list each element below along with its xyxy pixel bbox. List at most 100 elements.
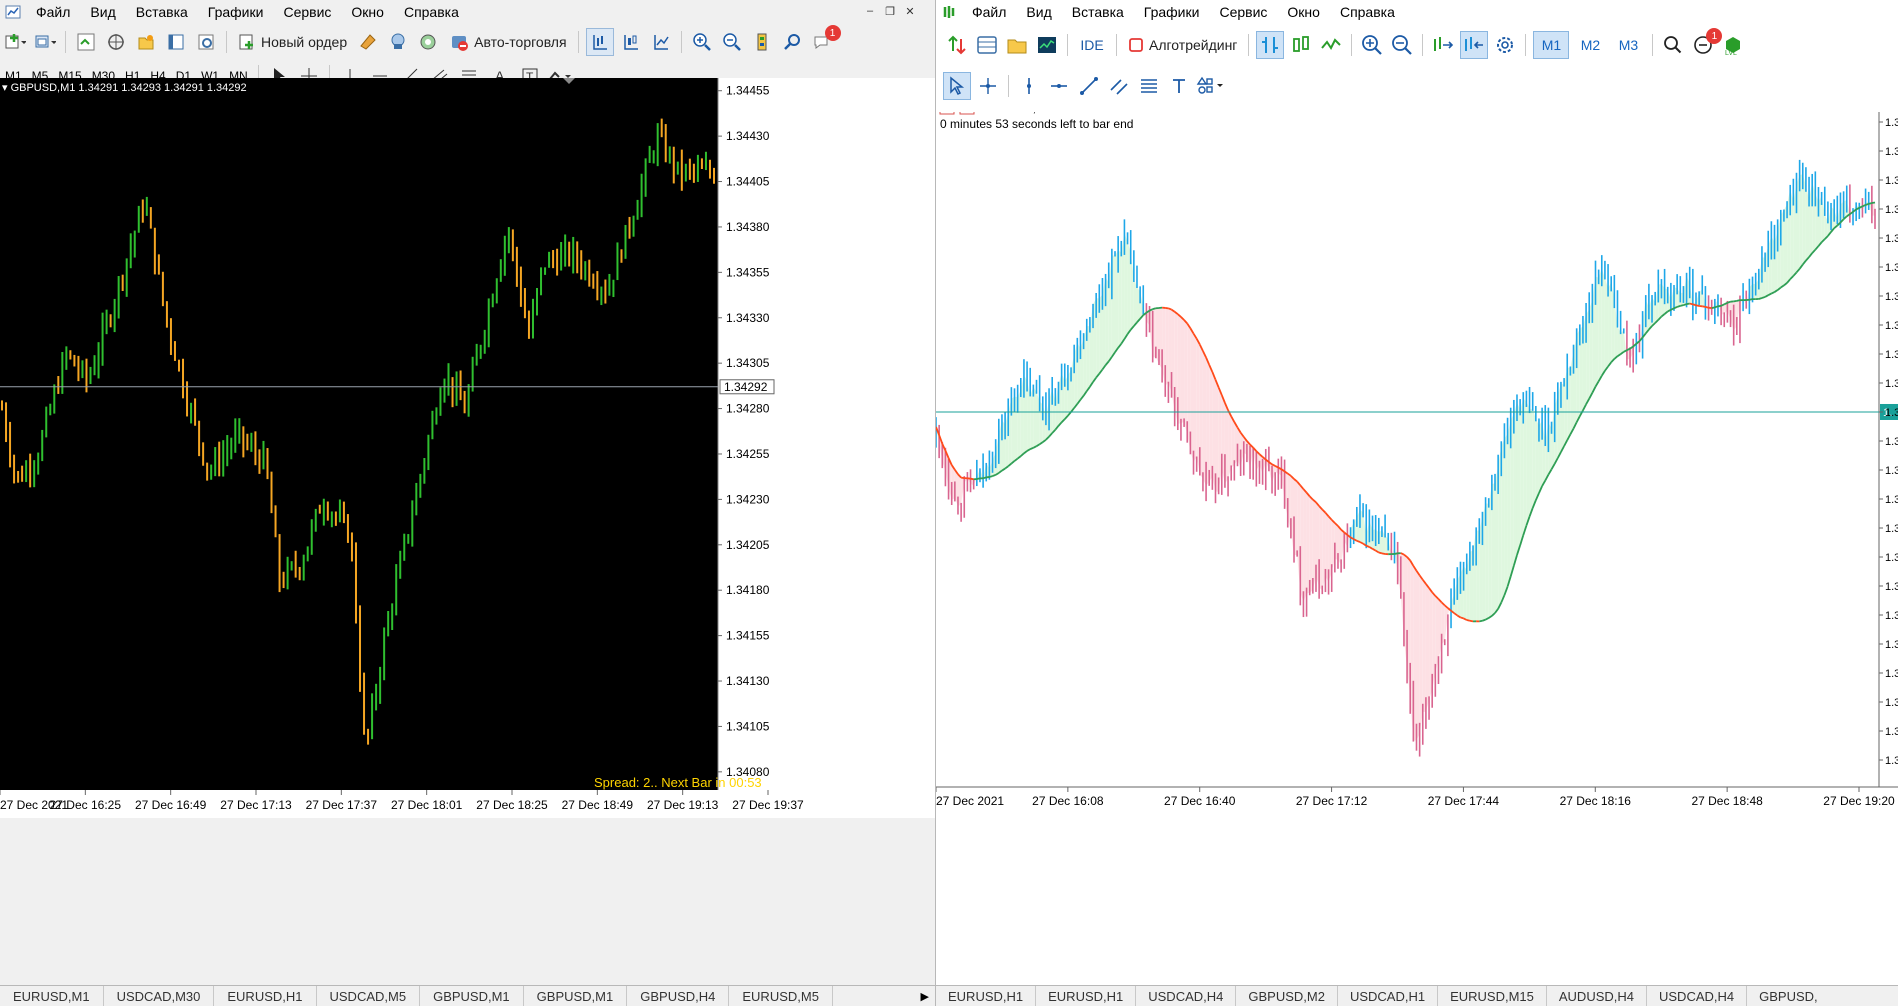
chart-tab[interactable]: USDCAD,H4 bbox=[1647, 986, 1748, 1006]
tf-m3-button[interactable]: M3 bbox=[1611, 32, 1645, 58]
new-order-button[interactable]: Новый ордер bbox=[234, 29, 351, 55]
chart-tab[interactable]: EURUSD,H1 bbox=[1036, 986, 1137, 1006]
menu-view[interactable]: Вид bbox=[80, 0, 125, 24]
crosshair-icon[interactable] bbox=[975, 73, 1001, 99]
chart-tab[interactable]: GBPUSD, bbox=[1747, 986, 1830, 1006]
autoscroll-icon[interactable] bbox=[1460, 31, 1489, 59]
tf-m1-button[interactable]: M1 bbox=[1533, 31, 1570, 59]
zoom-in-icon[interactable] bbox=[1359, 32, 1385, 58]
chart-tab[interactable]: GBPUSD,M1 bbox=[524, 986, 628, 1006]
menu-tools[interactable]: Сервис bbox=[273, 0, 341, 24]
level-label: LVL bbox=[1725, 50, 1737, 56]
autotrading-button[interactable]: Авто-торговля bbox=[445, 29, 570, 55]
chart-tab[interactable]: GBPUSD,H4 bbox=[627, 986, 730, 1006]
tabs-scroll-right-icon[interactable]: ▶ bbox=[915, 990, 935, 1003]
moving-average-line bbox=[1761, 296, 1766, 299]
shapes-icon[interactable] bbox=[1196, 73, 1226, 99]
zoom-out-icon[interactable] bbox=[719, 29, 745, 55]
chart-tab[interactable]: USDCAD,H4 bbox=[1136, 986, 1237, 1006]
chart-tab[interactable]: EURUSD,H1 bbox=[214, 986, 317, 1006]
menu-window[interactable]: Окно bbox=[341, 0, 394, 24]
chart-title: GBPUSD, M1: Great Britain Pound vs US Do… bbox=[982, 112, 1238, 115]
search-icon[interactable] bbox=[779, 29, 805, 55]
chart-tab[interactable]: GBPUSD,M2 bbox=[1236, 986, 1338, 1006]
line-chart-icon[interactable] bbox=[1318, 32, 1344, 58]
price-tick-label: 1.3 bbox=[1885, 726, 1898, 738]
chart-tab[interactable]: EURUSD,M5 bbox=[729, 986, 833, 1006]
horizontal-line-icon[interactable] bbox=[1046, 73, 1072, 99]
tile-windows-icon[interactable] bbox=[749, 29, 775, 55]
navigator-icon[interactable] bbox=[133, 29, 159, 55]
zoom-in-icon[interactable] bbox=[689, 29, 715, 55]
notifications-icon[interactable]: 1 bbox=[1690, 28, 1723, 58]
chart-shift-icon[interactable] bbox=[1430, 32, 1456, 58]
menu-file[interactable]: Файл bbox=[26, 0, 80, 24]
price-tick-label: 1.3 bbox=[1885, 755, 1898, 767]
level-icon[interactable]: LVL bbox=[1720, 32, 1746, 58]
menu-view[interactable]: Вид bbox=[1016, 0, 1061, 24]
search-icon[interactable] bbox=[1660, 32, 1686, 58]
menu-insert[interactable]: Вставка bbox=[126, 0, 198, 24]
market-icon[interactable] bbox=[415, 29, 441, 55]
menu-insert[interactable]: Вставка bbox=[1062, 0, 1134, 24]
notifications-icon[interactable]: 1 bbox=[809, 25, 841, 55]
chart-tab[interactable]: USDCAD,H1 bbox=[1338, 986, 1439, 1006]
strategy-tester-icon[interactable] bbox=[193, 29, 219, 55]
chart-tab[interactable]: USDCAD,M5 bbox=[317, 986, 421, 1006]
menu-help[interactable]: Справка bbox=[394, 0, 469, 24]
moving-average-line bbox=[1733, 299, 1737, 303]
profiles-icon[interactable] bbox=[32, 29, 58, 55]
chart-tab[interactable]: USDCAD,M30 bbox=[104, 986, 215, 1006]
restore-icon[interactable]: ❐ bbox=[882, 3, 898, 19]
algotrading-button[interactable]: Алготрейдинг bbox=[1124, 32, 1241, 58]
terminal-icon[interactable] bbox=[163, 29, 189, 55]
chart-tab[interactable]: EURUSD,M15 bbox=[1438, 986, 1547, 1006]
candlestick-icon[interactable] bbox=[618, 29, 644, 55]
zoom-out-icon[interactable] bbox=[1389, 32, 1415, 58]
right-menu-bar: Файл Вид Вставка Графики Сервис Окно Спр… bbox=[936, 0, 1898, 24]
chart-tab[interactable]: EURUSD,H1 bbox=[936, 986, 1037, 1006]
menu-charts[interactable]: Графики bbox=[1134, 0, 1210, 24]
channel-icon[interactable] bbox=[1106, 73, 1132, 99]
menu-help[interactable]: Справка bbox=[1330, 0, 1405, 24]
right-price-chart[interactable]: 1.1.31.31.31.31.31.31.31.31.31.31.31.31.… bbox=[936, 112, 1898, 986]
close-icon[interactable]: ✕ bbox=[902, 3, 918, 19]
ma-fill-segment bbox=[1180, 316, 1185, 424]
chart-tab[interactable]: GBPUSD,M1 bbox=[420, 986, 524, 1006]
menu-charts[interactable]: Графики bbox=[198, 0, 274, 24]
market-watch-icon[interactable] bbox=[974, 32, 1000, 58]
menu-tools[interactable]: Сервис bbox=[1209, 0, 1277, 24]
cursor-icon[interactable] bbox=[943, 72, 971, 100]
data-window-icon[interactable] bbox=[103, 29, 129, 55]
bar-chart-icon[interactable] bbox=[585, 28, 614, 56]
moving-average-line bbox=[1749, 298, 1753, 301]
ide-button[interactable]: IDE bbox=[1075, 32, 1109, 58]
fibonacci-icon[interactable] bbox=[1136, 73, 1162, 99]
properties-icon[interactable] bbox=[1492, 32, 1518, 58]
new-chart-icon[interactable] bbox=[2, 29, 28, 55]
ma-fill-segment bbox=[1620, 330, 1624, 355]
chart-tab[interactable]: AUDUSD,H4 bbox=[1547, 986, 1647, 1006]
market-watch-icon[interactable] bbox=[73, 29, 99, 55]
text-icon[interactable] bbox=[1166, 73, 1192, 99]
terminal-icon[interactable] bbox=[1034, 32, 1060, 58]
menu-file[interactable]: Файл bbox=[962, 0, 1016, 24]
candlestick-icon[interactable] bbox=[1288, 32, 1314, 58]
moving-average-line bbox=[989, 475, 993, 478]
time-tick-label: 27 Dec 16:25 bbox=[50, 798, 122, 812]
price-tick-label: 1.34230 bbox=[726, 492, 770, 506]
trendline-icon[interactable] bbox=[1076, 73, 1102, 99]
signals-icon[interactable] bbox=[385, 29, 411, 55]
moving-average-line bbox=[1862, 204, 1866, 208]
navigator-icon[interactable] bbox=[1004, 32, 1030, 58]
new-order-icon[interactable] bbox=[944, 32, 970, 58]
tf-m2-button[interactable]: M2 bbox=[1573, 32, 1607, 58]
vertical-line-icon[interactable] bbox=[1016, 73, 1042, 99]
menu-window[interactable]: Окно bbox=[1277, 0, 1330, 24]
metaeditor-icon[interactable] bbox=[355, 29, 381, 55]
chart-tab[interactable]: EURUSD,M1 bbox=[0, 986, 104, 1006]
bar-chart-icon[interactable] bbox=[1256, 31, 1285, 59]
left-price-chart[interactable]: 1.34455 1.34430 1.34405 1.34380 1.34355 1.343… bbox=[0, 78, 935, 986]
minimize-icon[interactable]: – bbox=[862, 3, 878, 19]
line-chart-icon[interactable] bbox=[648, 29, 674, 55]
